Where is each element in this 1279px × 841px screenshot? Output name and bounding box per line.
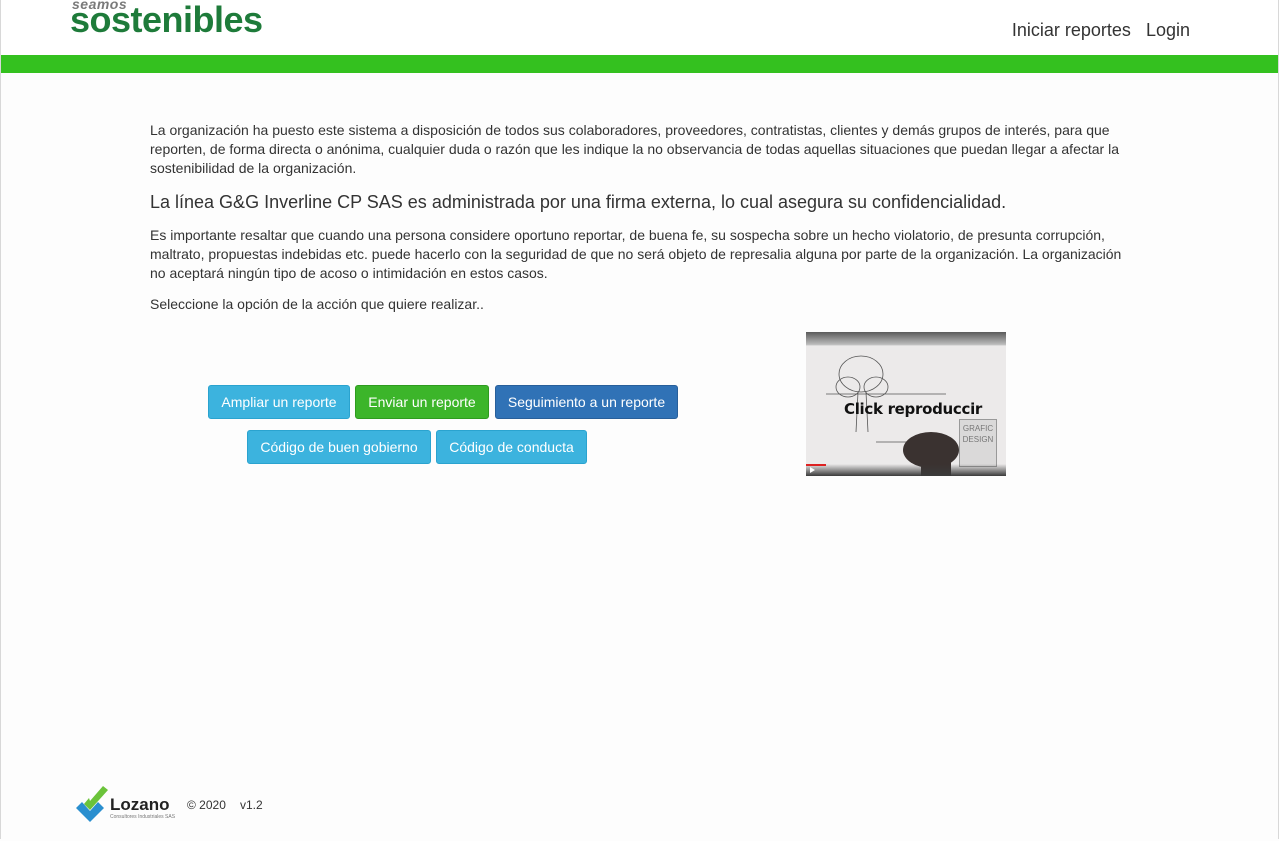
play-icon[interactable] <box>810 467 815 473</box>
select-instruction: Seleccione la opción de la acción que qu… <box>150 296 484 312</box>
footer-brand: Lozano <box>110 795 170 814</box>
nav-login-link[interactable]: Login <box>1146 20 1190 40</box>
enviar-reporte-button[interactable]: Enviar un reporte <box>355 385 489 419</box>
progress-bar[interactable] <box>806 464 826 466</box>
footer: Lozano Consultores Industriales SAS © 20… <box>74 786 334 828</box>
codigo-buen-gobierno-button[interactable]: Código de buen gobierno <box>247 430 431 464</box>
green-divider-bar <box>0 55 1279 73</box>
video-play-text: Click reproduccir <box>844 400 983 418</box>
main-content: La organización ha puesto este sistema a… <box>150 121 1130 322</box>
footer-copyright: © 2020 <box>187 798 226 812</box>
important-paragraph: Es importante resaltar que cuando una pe… <box>150 227 1122 281</box>
video-player[interactable]: Click reproduccir GRAFIC DESIGN <box>806 332 1006 476</box>
footer-version: v1.2 <box>240 798 263 812</box>
lozano-logo-icon <box>76 786 108 822</box>
site-logo[interactable]: seamos sostenibles <box>70 0 290 42</box>
ampliar-reporte-button[interactable]: Ampliar un reporte <box>208 385 350 419</box>
main-nav: Iniciar reportes Login <box>1002 20 1190 41</box>
video-controls-bar[interactable] <box>806 464 1006 476</box>
footer-brand-sub: Consultores Industriales SAS <box>110 814 176 820</box>
nav-iniciar-reportes-link[interactable]: Iniciar reportes <box>1012 20 1131 40</box>
seguimiento-reporte-button[interactable]: Seguimiento a un reporte <box>495 385 678 419</box>
confidentiality-lead: La línea G&G Inverline CP SAS es adminis… <box>150 192 1007 212</box>
intro-paragraph: La organización ha puesto este sistema a… <box>150 122 1119 176</box>
graphic-design-stamp: GRAFIC DESIGN <box>959 419 997 467</box>
codigo-conducta-button[interactable]: Código de conducta <box>436 430 587 464</box>
video-title-bar <box>806 332 1006 346</box>
top-navbar: seamos sostenibles Iniciar reportes Logi… <box>0 0 1279 55</box>
logo-wordmark: sostenibles <box>70 0 263 40</box>
